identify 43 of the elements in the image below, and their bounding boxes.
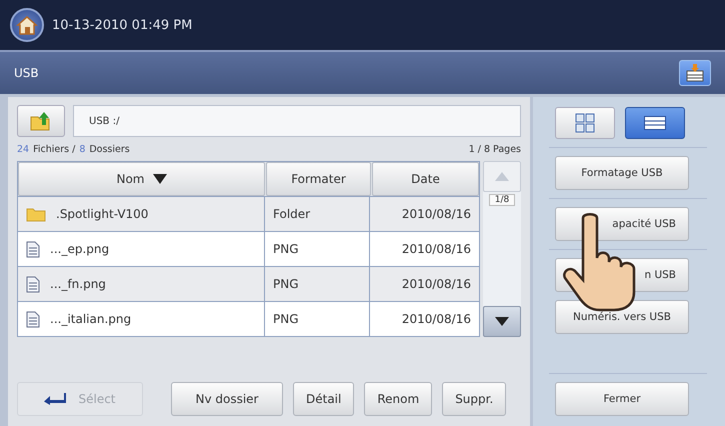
date-cell-text: 2010/08/16 <box>400 241 472 258</box>
document-icon <box>26 240 40 258</box>
close-button[interactable]: Fermer <box>555 382 689 416</box>
file-name-cell[interactable]: ..._italian.png <box>18 302 265 336</box>
date-time: 10-13-2010 01:49 PM <box>52 18 192 32</box>
job-button[interactable] <box>679 60 711 86</box>
action-button[interactable]: Détail <box>293 382 354 416</box>
grid-icon <box>575 113 595 133</box>
home-icon <box>16 14 38 36</box>
home-button[interactable] <box>10 8 44 42</box>
document-icon <box>26 276 40 292</box>
folder-up-button[interactable] <box>17 105 65 137</box>
format-cell: PNG <box>265 302 370 336</box>
column-header[interactable]: Date <box>372 162 479 196</box>
screen-title: USB <box>14 66 39 80</box>
folders-label: Dossiers <box>89 144 130 154</box>
action-button[interactable]: Renom <box>364 382 432 416</box>
column-header[interactable]: Nom <box>18 162 265 196</box>
scroll-down-button[interactable] <box>483 306 521 337</box>
date-cell-text: 2010/08/16 <box>400 311 472 328</box>
files-count: 24 <box>17 144 30 154</box>
page-indicator: 1/8 <box>488 194 516 206</box>
list-view-button[interactable] <box>625 107 685 139</box>
page-count: 1 / 8 Pages <box>468 144 521 154</box>
folders-count: 8 <box>79 144 86 154</box>
column-header[interactable]: Formater <box>266 162 371 196</box>
enter-arrow-icon <box>44 393 66 405</box>
document-icon <box>26 310 40 328</box>
date-cell-text: 2010/08/16 <box>400 206 472 223</box>
folder-icon <box>26 206 46 222</box>
down-arrow-icon <box>495 317 509 326</box>
side-button[interactable]: apacité USB <box>555 207 689 241</box>
files-label: Fichiers / <box>33 144 76 154</box>
action-button[interactable]: Nv dossier <box>171 382 283 416</box>
path-field: USB :/ <box>73 105 521 137</box>
tray-icon <box>685 63 705 83</box>
sort-down-icon <box>152 174 166 184</box>
date-cell-text: 2010/08/16 <box>400 276 472 293</box>
action-button[interactable]: Suppr. <box>442 382 506 416</box>
up-arrow-icon <box>495 172 509 181</box>
list-icon <box>644 116 666 130</box>
grid-view-button[interactable] <box>555 107 615 139</box>
side-button[interactable]: Formatage USB <box>555 156 689 190</box>
